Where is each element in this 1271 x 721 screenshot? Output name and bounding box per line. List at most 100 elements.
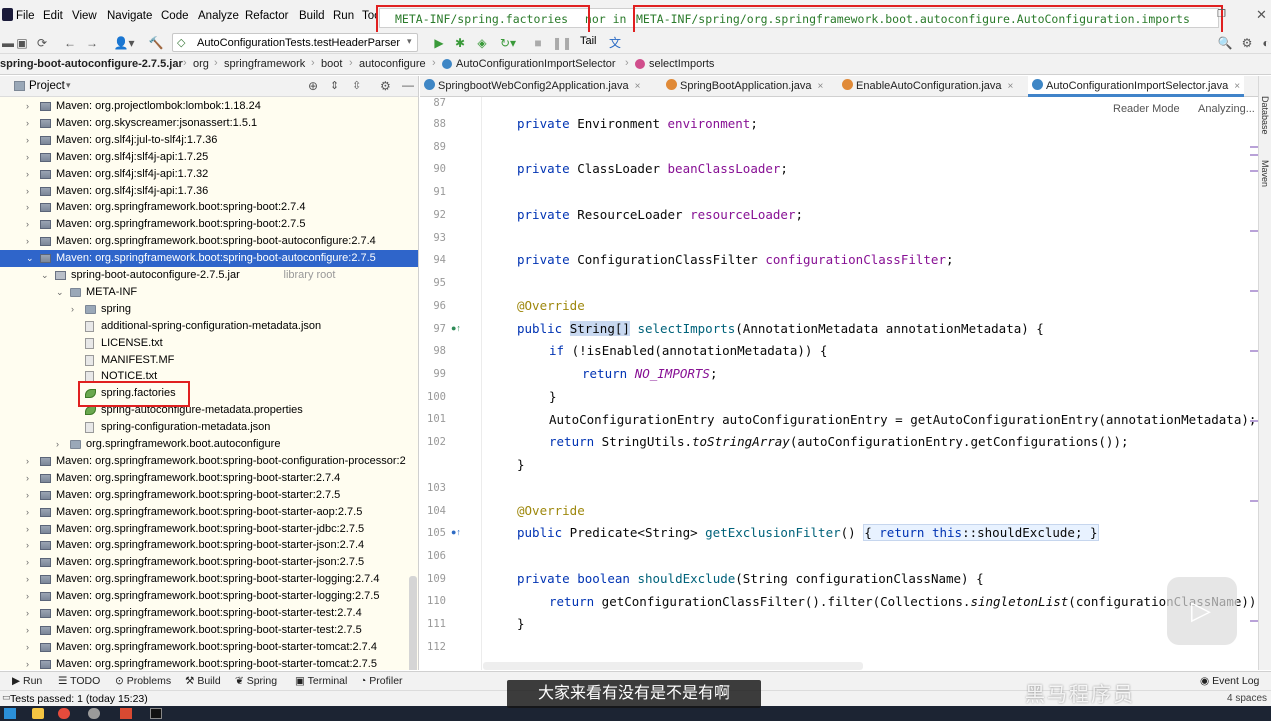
tree-item[interactable]: › Maven: org.slf4j:slf4j-api:1.7.36: [0, 183, 418, 200]
close-icon[interactable]: ×: [1008, 81, 1014, 92]
tree-item[interactable]: › Maven: org.springframework.boot:spring-…: [0, 639, 418, 656]
tree-item[interactable]: › spring: [0, 301, 418, 318]
implements-marker-icon[interactable]: ●↑: [451, 527, 461, 537]
tree-item[interactable]: › Maven: org.slf4j:slf4j-api:1.7.32: [0, 166, 418, 183]
menu-run[interactable]: Run: [333, 10, 354, 22]
tree-item[interactable]: › Maven: org.springframework.boot:spring-…: [0, 470, 418, 487]
tree-item[interactable]: NOTICE.txt: [0, 368, 418, 385]
chevron-down-icon[interactable]: ⌄: [56, 284, 66, 301]
chevron-right-icon[interactable]: ›: [26, 166, 36, 183]
chevron-right-icon[interactable]: ›: [26, 504, 36, 521]
menu-edit[interactable]: Edit: [43, 10, 63, 22]
chevron-right-icon[interactable]: ›: [26, 470, 36, 487]
maven-tool-button[interactable]: Maven: [1260, 160, 1270, 187]
tree-item[interactable]: › Maven: org.slf4j:slf4j-api:1.7.25: [0, 149, 418, 166]
tree-item[interactable]: additional-spring-configuration-metadata…: [0, 318, 418, 335]
tree-item[interactable]: LICENSE.txt: [0, 335, 418, 352]
tab-springbootwebconfig2application[interactable]: SpringbootWebConfig2Application.java ×: [424, 76, 640, 97]
breadcrumb-jar[interactable]: spring-boot-autoconfigure-2.7.5.jar: [0, 58, 183, 70]
chevron-right-icon[interactable]: ›: [26, 622, 36, 639]
intellij-taskbar-icon[interactable]: [150, 708, 162, 719]
tree-item[interactable]: MANIFEST.MF: [0, 352, 418, 369]
coverage-icon[interactable]: ◈: [474, 35, 490, 51]
tab-autoconfigurationimportselector[interactable]: AutoConfigurationImportSelector.java ×: [1028, 76, 1245, 97]
tree-item[interactable]: › Maven: org.springframework.boot:spring-…: [0, 605, 418, 622]
profile-icon[interactable]: ↻▾: [496, 35, 520, 51]
close-icon[interactable]: ×: [817, 81, 823, 92]
indent-status[interactable]: 4 spaces: [1227, 693, 1267, 704]
tree-item[interactable]: › Maven: org.springframework.boot:spring-…: [0, 571, 418, 588]
tests-status[interactable]: Tests passed: 1 (today 15:23): [10, 693, 148, 705]
close-window-icon[interactable]: ✕: [1256, 7, 1267, 23]
restore-window-icon[interactable]: ❐: [1217, 9, 1226, 20]
build-hammer-icon[interactable]: 🔨: [148, 35, 164, 51]
tree-item[interactable]: spring-autoconfigure-metadata.properties: [0, 402, 418, 419]
menu-refactor[interactable]: Refactor: [245, 10, 288, 22]
chevron-right-icon[interactable]: ›: [26, 537, 36, 554]
tree-item[interactable]: ⌄ META-INF: [0, 284, 418, 301]
chevron-right-icon[interactable]: ›: [26, 183, 36, 200]
tail-button[interactable]: Tail: [580, 35, 597, 47]
problems-tool-button[interactable]: ⊙ Problems: [115, 675, 171, 687]
hide-panel-icon[interactable]: —: [402, 78, 414, 92]
event-log-tool-button[interactable]: ◉ Event Log: [1200, 675, 1259, 687]
chevron-right-icon[interactable]: ›: [26, 588, 36, 605]
sync-icon[interactable]: ⟳: [34, 35, 50, 51]
horizontal-scrollbar[interactable]: [483, 662, 863, 670]
breadcrumb-org[interactable]: org: [193, 58, 209, 70]
tab-enableautoconfiguration[interactable]: EnableAutoConfiguration.java ×: [842, 76, 1013, 97]
chevron-right-icon[interactable]: ›: [26, 216, 36, 233]
app-icon[interactable]: [88, 708, 100, 719]
chevron-right-icon[interactable]: ›: [26, 149, 36, 166]
play-overlay-icon[interactable]: ▷: [1167, 577, 1237, 645]
todo-tool-button[interactable]: ☰ TODO: [58, 675, 100, 687]
translate-icon[interactable]: 文: [607, 35, 623, 51]
run-configuration-selector[interactable]: ◇ AutoConfigurationTests.testHeaderParse…: [172, 33, 418, 52]
chevron-right-icon[interactable]: ›: [26, 639, 36, 656]
settings-gear-icon[interactable]: ⚙: [380, 79, 391, 93]
breadcrumb-autoconfigure[interactable]: autoconfigure: [359, 58, 426, 70]
breadcrumb-boot[interactable]: boot: [321, 58, 342, 70]
tree-item[interactable]: › Maven: org.springframework.boot:spring-…: [0, 588, 418, 605]
tree-item[interactable]: › Maven: org.skyscreamer:jsonassert:1.5.1: [0, 115, 418, 132]
file-explorer-icon[interactable]: [32, 708, 44, 719]
close-icon[interactable]: ×: [635, 81, 641, 92]
build-tool-button[interactable]: ⚒ Build: [185, 675, 221, 687]
tree-item[interactable]: spring-configuration-metadata.json: [0, 419, 418, 436]
locate-icon[interactable]: ⊕: [308, 79, 318, 93]
tab-springbootapplication[interactable]: SpringBootApplication.java ×: [666, 76, 823, 97]
menu-navigate[interactable]: Navigate: [107, 10, 152, 22]
project-title[interactable]: Project: [29, 80, 65, 92]
tree-item[interactable]: › Maven: org.springframework.boot:spring-…: [0, 656, 418, 670]
debug-icon[interactable]: ✱: [452, 35, 468, 51]
app-icon[interactable]: [120, 708, 132, 719]
chevron-right-icon[interactable]: ›: [26, 656, 36, 670]
breadcrumb-springframework[interactable]: springframework: [224, 58, 305, 70]
chrome-icon[interactable]: [58, 708, 70, 719]
project-scrollbar[interactable]: [409, 576, 417, 670]
chevron-right-icon[interactable]: ›: [26, 98, 36, 115]
stop-icon[interactable]: ■: [530, 35, 546, 51]
chevron-right-icon[interactable]: ›: [26, 453, 36, 470]
chevron-right-icon[interactable]: ›: [26, 487, 36, 504]
tree-item[interactable]: › Maven: org.springframework.boot:spring-…: [0, 233, 418, 250]
tree-item[interactable]: ⌄ spring-boot-autoconfigure-2.7.5.jar libr…: [0, 267, 418, 284]
tree-item[interactable]: › Maven: org.springframework.boot:spring-…: [0, 554, 418, 571]
profiler-tool-button[interactable]: ◔ Profiler: [360, 675, 403, 687]
chevron-right-icon[interactable]: ›: [26, 521, 36, 538]
chevron-right-icon[interactable]: ›: [56, 436, 66, 453]
tree-item[interactable]: › org.springframework.boot.autoconfigure: [0, 436, 418, 453]
run-tool-button[interactable]: ▶ Run: [12, 675, 42, 687]
menu-build[interactable]: Build: [299, 10, 325, 22]
tree-item[interactable]: › Maven: org.slf4j:jul-to-slf4j:1.7.36: [0, 132, 418, 149]
save-all-icon[interactable]: ▣: [14, 35, 30, 51]
collapse-all-icon[interactable]: ⇳: [352, 79, 361, 92]
chevron-right-icon[interactable]: ›: [26, 571, 36, 588]
chevron-right-icon[interactable]: ›: [26, 199, 36, 216]
pause-icon[interactable]: ❚❚: [552, 35, 572, 51]
tree-item[interactable]: › Maven: org.springframework.boot:spring-…: [0, 216, 418, 233]
expand-all-icon[interactable]: ⇕: [330, 79, 339, 92]
tree-item[interactable]: › Maven: org.projectlombok:lombok:1.18.24: [0, 98, 418, 115]
menu-file[interactable]: File: [16, 10, 35, 22]
chevron-right-icon[interactable]: ›: [26, 554, 36, 571]
